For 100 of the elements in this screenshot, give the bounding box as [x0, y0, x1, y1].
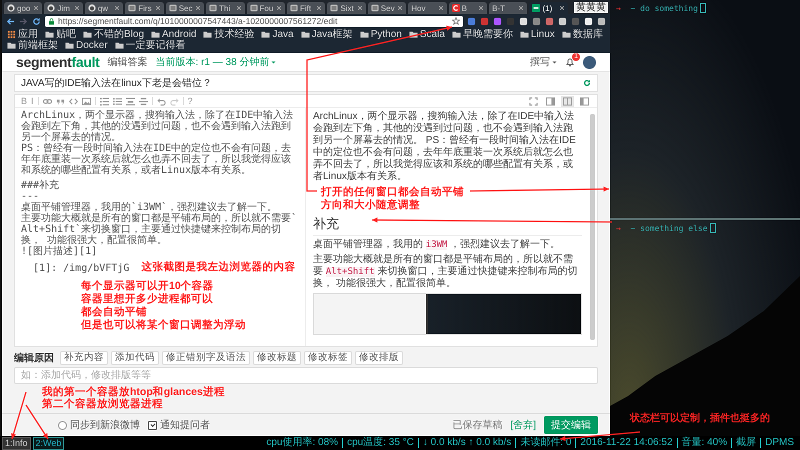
browser-tab[interactable]: Sev: [368, 2, 406, 14]
reason-tag[interactable]: 修改标签: [304, 351, 352, 365]
close-icon[interactable]: [356, 5, 363, 11]
profile-button[interactable]: 黄黄黄: [574, 2, 608, 13]
write-menu[interactable]: 撰写: [530, 55, 557, 69]
reason-tag[interactable]: 修改标题: [253, 351, 301, 365]
link-icon[interactable]: [42, 96, 52, 106]
bullet-list-icon[interactable]: [112, 96, 122, 106]
close-icon[interactable]: [316, 5, 322, 11]
close-icon[interactable]: [236, 5, 242, 11]
apps-grid-icon: [7, 30, 16, 39]
title-field[interactable]: JAVA写的IDE输入法在linux下老是会错位？: [14, 74, 598, 92]
favicon-icon: [47, 4, 56, 12]
horizontal-rule-icon[interactable]: [138, 96, 148, 106]
close-icon[interactable]: [195, 5, 202, 11]
close-icon[interactable]: [438, 5, 444, 11]
close-icon[interactable]: [154, 5, 161, 11]
markdown-line: ![图片描述][1]: [21, 246, 98, 257]
bookmark[interactable]: 一定要记得看: [114, 40, 186, 51]
bookmark[interactable]: Java框架: [300, 29, 353, 40]
markdown-line: 主要功能大概就是所有的窗口都是平铺布局的，所以就不需要`Alt+Shift`来切换窗口，主要通过快捷键来控制布局的切换， 功能很强大，配置很简单。: [21, 213, 298, 246]
bookmark[interactable]: 不错的Blog: [83, 29, 144, 40]
favicon-icon: [168, 4, 177, 12]
close-icon[interactable]: [558, 5, 565, 11]
quote-icon[interactable]: [56, 96, 65, 106]
checkbox-label: 通知提问者: [160, 418, 210, 432]
favicon-icon: [7, 4, 15, 12]
browser-tab[interactable]: Fift: [286, 2, 326, 14]
browser-tab[interactable]: goo: [4, 2, 42, 14]
terminal-line: → ~ something else: [616, 224, 708, 232]
folder-icon: [360, 30, 369, 39]
close-icon[interactable]: [478, 5, 484, 11]
version-dropdown[interactable]: 当前版本: r1 — 38 分钟前: [156, 55, 276, 69]
bookmark[interactable]: 前端框架: [7, 40, 58, 51]
edit-reason-field[interactable]: 如：添加代码，修改排版等等: [14, 367, 598, 384]
preview-paragraph: 主要功能大概就是所有的窗口都是平铺布局的，所以就不需要 Alt+Shift 来切换窗口，主要通过快捷键来控制布局的切换， 功能很强大，配置很简单。: [313, 254, 578, 290]
checkbox[interactable]: [148, 420, 157, 430]
numbered-list-icon[interactable]: [100, 96, 109, 106]
avatar[interactable]: [583, 56, 596, 68]
browser-tab[interactable]: Firs: [125, 2, 164, 14]
submit-button[interactable]: 提交编辑: [544, 416, 598, 434]
browser-tab[interactable]: Sixt: [327, 2, 366, 14]
bookmark[interactable]: 贴吧: [45, 29, 76, 40]
close-icon[interactable]: [74, 5, 80, 11]
image-icon[interactable]: [82, 96, 91, 106]
bell-icon[interactable]: [565, 57, 575, 67]
close-icon[interactable]: [397, 5, 404, 11]
browser-tab[interactable]: Fou: [246, 2, 285, 14]
browser-tab[interactable]: B-T: [489, 2, 528, 14]
browser-tab[interactable]: qw: [84, 2, 124, 14]
reason-tag[interactable]: 添加代码: [111, 351, 159, 365]
refresh-icon[interactable]: [583, 79, 591, 87]
browser-tab[interactable]: Hov: [408, 2, 447, 14]
close-icon[interactable]: [33, 5, 40, 11]
folder-icon: [261, 30, 270, 39]
bookmark[interactable]: 应用: [7, 29, 38, 40]
site-logo[interactable]: segmentfault: [16, 54, 100, 70]
close-icon[interactable]: [276, 5, 282, 11]
annotation-text: 方向和大小随意调整: [321, 199, 420, 212]
favicon-icon: [209, 4, 218, 12]
markdown-line: ###补充: [21, 180, 60, 191]
bookmark[interactable]: Java: [261, 29, 294, 40]
workspace-button[interactable]: 1:Info: [2, 436, 31, 450]
reload-icon[interactable]: [32, 16, 41, 26]
browser-tab[interactable]: Sec: [166, 2, 204, 14]
workspace-button[interactable]: 2:Web: [32, 436, 64, 450]
favicon-icon: [290, 4, 298, 12]
bookmark[interactable]: Docker: [65, 40, 108, 51]
forward-icon[interactable]: [19, 16, 28, 26]
code-icon[interactable]: [68, 96, 78, 106]
bookmark[interactable]: 早晚需要你: [452, 29, 513, 40]
star-icon[interactable]: [452, 17, 460, 25]
favicon-icon: [532, 4, 540, 12]
status-item: 截屏: [731, 438, 760, 448]
bookmark[interactable]: Python: [360, 29, 402, 40]
text-cursor: [700, 3, 706, 13]
folder-icon: [452, 30, 461, 39]
markdown-line: [1]: /img/bVFTjG: [32, 263, 130, 274]
close-icon[interactable]: [518, 5, 524, 11]
reason-tag[interactable]: 修改排版: [355, 351, 403, 365]
close-icon[interactable]: [114, 5, 120, 11]
bookmark[interactable]: Android: [151, 29, 196, 40]
browser-tab[interactable]: B: [448, 2, 488, 14]
browser-tab[interactable]: Thi: [206, 2, 245, 14]
bookmark[interactable]: Linux: [520, 29, 555, 40]
reason-tag[interactable]: 修正错别字及语法: [162, 351, 250, 365]
annotation-text: 都会自动平铺: [81, 306, 147, 319]
annotation-text: 但是也可以将某个窗口调整为浮动: [81, 319, 246, 332]
bookmark[interactable]: 数据库: [562, 29, 603, 40]
browser-tab[interactable]: Jim: [44, 2, 83, 14]
checkbox[interactable]: [58, 420, 67, 430]
annotation-text: 状态栏可以定制，插件也挺多的: [630, 411, 770, 425]
scrollbar[interactable]: [590, 114, 595, 340]
undo-icon[interactable]: [156, 96, 166, 106]
text-lines-icon[interactable]: [126, 96, 135, 106]
back-icon[interactable]: [6, 16, 15, 26]
reason-tag[interactable]: 补充内容: [60, 351, 108, 365]
address-bar[interactable]: https://segmentfault.com/q/1010000007547443/a-1020000007561272/edit: [45, 16, 463, 26]
bookmark[interactable]: 技术经验: [203, 29, 254, 40]
browser-tab[interactable]: (1): [529, 2, 568, 14]
